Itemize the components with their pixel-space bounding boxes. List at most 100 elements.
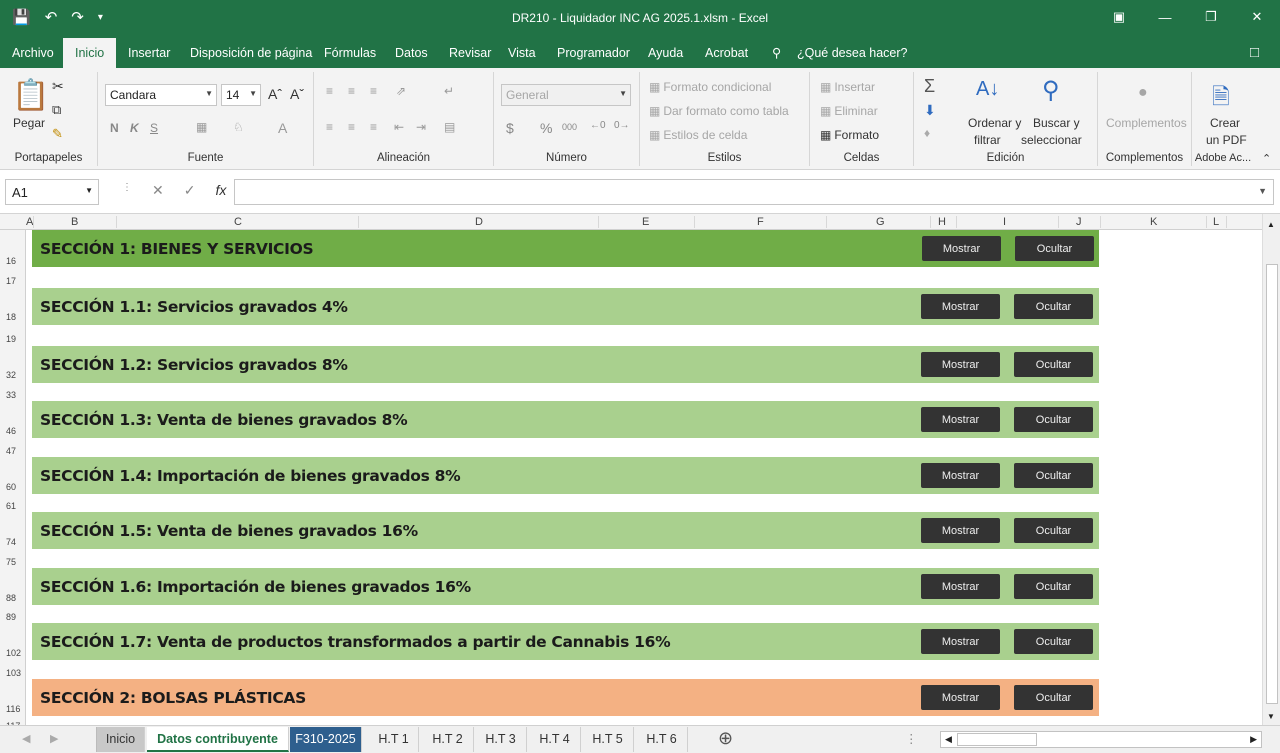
next-sheet-icon[interactable]: ▶ <box>50 732 58 745</box>
sheet-tab[interactable]: H.T 1 <box>369 727 419 752</box>
hide-button[interactable]: Ocultar <box>1014 352 1093 377</box>
increase-decimal-icon[interactable]: ←0 <box>590 120 606 131</box>
hide-button[interactable]: Ocultar <box>1014 518 1093 543</box>
row-header[interactable]: 46 <box>6 426 16 436</box>
find-select-button-line2[interactable]: seleccionar <box>1021 133 1082 147</box>
grow-font-icon[interactable]: Aˆ <box>268 86 282 102</box>
cut-icon[interactable]: ✂ <box>52 78 64 95</box>
tab-split-icon[interactable]: ⋮ <box>905 731 918 746</box>
wrap-text-icon[interactable]: ↵ <box>444 84 454 98</box>
create-pdf-button-line2[interactable]: un PDF <box>1206 133 1247 147</box>
hide-button[interactable]: Ocultar <box>1015 236 1094 261</box>
vertical-scrollbar[interactable]: ▲ ▼ <box>1262 214 1280 725</box>
tab-ayuda[interactable]: Ayuda <box>648 38 683 68</box>
scroll-down-icon[interactable]: ▼ <box>1267 712 1275 721</box>
column-header[interactable]: D <box>475 216 483 228</box>
cell-styles-button[interactable]: ▦ Estilos de celda <box>649 128 747 142</box>
underline-button[interactable]: S <box>150 121 158 135</box>
show-button[interactable]: Mostrar <box>921 685 1000 710</box>
bold-button[interactable]: N <box>110 121 119 135</box>
enter-icon[interactable]: ✓ <box>184 182 196 199</box>
font-color-icon[interactable]: A <box>278 120 287 136</box>
align-right-icon[interactable]: ≡ <box>370 120 377 134</box>
hide-button[interactable]: Ocultar <box>1014 294 1093 319</box>
scroll-right-icon[interactable]: ▶ <box>1250 734 1257 745</box>
show-button[interactable]: Mostrar <box>921 629 1000 654</box>
formula-input[interactable]: ▼ <box>234 179 1274 205</box>
conditional-format-button[interactable]: ▦ Formato condicional <box>649 80 771 94</box>
show-button[interactable]: Mostrar <box>921 352 1000 377</box>
find-select-button[interactable]: Buscar y <box>1033 116 1080 130</box>
ribbon-display-icon[interactable]: ▣ <box>1096 0 1142 34</box>
row-header[interactable]: 47 <box>6 446 16 456</box>
tab-revisar[interactable]: Revisar <box>449 38 491 68</box>
row-header[interactable]: 18 <box>6 312 16 322</box>
sheet-grid[interactable]: SECCIÓN 1: BIENES Y SERVICIOS Mostrar Oc… <box>26 230 1262 725</box>
italic-button[interactable]: K <box>130 121 139 135</box>
column-header[interactable]: C <box>234 216 242 228</box>
prev-sheet-icon[interactable]: ◀ <box>22 732 30 745</box>
hide-button[interactable]: Ocultar <box>1014 574 1093 599</box>
sheet-tab[interactable]: H.T 4 <box>529 727 581 752</box>
show-button[interactable]: Mostrar <box>921 407 1000 432</box>
format-painter-icon[interactable]: ✎ <box>52 126 63 142</box>
row-header[interactable]: 32 <box>6 370 16 380</box>
row-header[interactable]: 103 <box>6 668 21 678</box>
close-icon[interactable]: ✕ <box>1234 0 1280 34</box>
insert-cells-button[interactable]: ▦ Insertar <box>820 80 875 94</box>
tell-me-search[interactable]: ¿Qué desea hacer? <box>797 38 908 68</box>
row-header[interactable]: 19 <box>6 334 16 344</box>
show-button[interactable]: Mostrar <box>921 574 1000 599</box>
fill-icon[interactable]: ⬇ <box>924 102 936 119</box>
sheet-tab[interactable]: H.T 2 <box>422 727 474 752</box>
row-header[interactable]: 102 <box>6 648 21 658</box>
show-button[interactable]: Mostrar <box>921 294 1000 319</box>
row-header[interactable]: 60 <box>6 482 16 492</box>
tab-disposicion[interactable]: Disposición de página <box>190 38 312 68</box>
font-name-select[interactable]: Candara ▼ <box>105 84 217 106</box>
row-header[interactable]: 116 <box>6 704 20 714</box>
tab-datos[interactable]: Datos <box>395 38 428 68</box>
sheet-tab[interactable]: H.T 5 <box>582 727 634 752</box>
create-pdf-button[interactable]: Crear <box>1210 116 1240 130</box>
fill-color-icon[interactable]: ♘ <box>233 120 244 134</box>
column-header[interactable]: H <box>938 216 946 228</box>
scroll-thumb[interactable] <box>1266 264 1278 704</box>
merge-center-icon[interactable]: ▤ <box>444 120 455 134</box>
tab-insertar[interactable]: Insertar <box>128 38 170 68</box>
sort-filter-button[interactable]: Ordenar y <box>968 116 1021 130</box>
tab-acrobat[interactable]: Acrobat <box>705 38 748 68</box>
column-header[interactable]: E <box>642 216 649 228</box>
column-header[interactable]: L <box>1213 216 1219 228</box>
row-header[interactable]: 75 <box>6 557 16 567</box>
row-header[interactable]: 61 <box>6 501 16 511</box>
row-header[interactable]: 16 <box>6 256 16 266</box>
clear-icon[interactable]: ♦ <box>924 126 930 140</box>
comments-icon[interactable]: □ <box>1250 38 1259 68</box>
hide-button[interactable]: Ocultar <box>1014 463 1093 488</box>
paste-icon[interactable]: 📋 <box>12 78 49 113</box>
horizontal-scrollbar[interactable]: ◀ ▶ <box>940 731 1262 748</box>
name-box[interactable]: A1 ▼ <box>5 179 99 205</box>
sheet-tab[interactable]: H.T 3 <box>475 727 527 752</box>
scroll-left-icon[interactable]: ◀ <box>945 734 952 745</box>
tab-programador[interactable]: Programador <box>557 38 630 68</box>
row-header[interactable]: 89 <box>6 612 16 622</box>
orientation-icon[interactable]: ⇗ <box>396 84 406 98</box>
comma-style-icon[interactable]: 000 <box>562 122 577 132</box>
show-button[interactable]: Mostrar <box>921 518 1000 543</box>
row-header[interactable]: 33 <box>6 390 16 400</box>
column-header[interactable]: B <box>71 216 78 228</box>
row-header[interactable]: 17 <box>6 276 16 286</box>
hide-button[interactable]: Ocultar <box>1014 407 1093 432</box>
minimize-icon[interactable]: — <box>1142 0 1188 34</box>
align-middle-icon[interactable]: ≡ <box>348 84 355 98</box>
align-bottom-icon[interactable]: ≡ <box>370 84 377 98</box>
tab-archivo[interactable]: Archivo <box>12 38 54 68</box>
decrease-indent-icon[interactable]: ⇤ <box>394 120 404 134</box>
shrink-font-icon[interactable]: Aˇ <box>290 86 304 102</box>
maximize-icon[interactable]: ❐ <box>1188 0 1234 34</box>
collapse-ribbon-icon[interactable]: ⌃ <box>1262 152 1271 165</box>
show-button[interactable]: Mostrar <box>922 236 1001 261</box>
paste-button[interactable]: Pegar <box>13 116 45 130</box>
